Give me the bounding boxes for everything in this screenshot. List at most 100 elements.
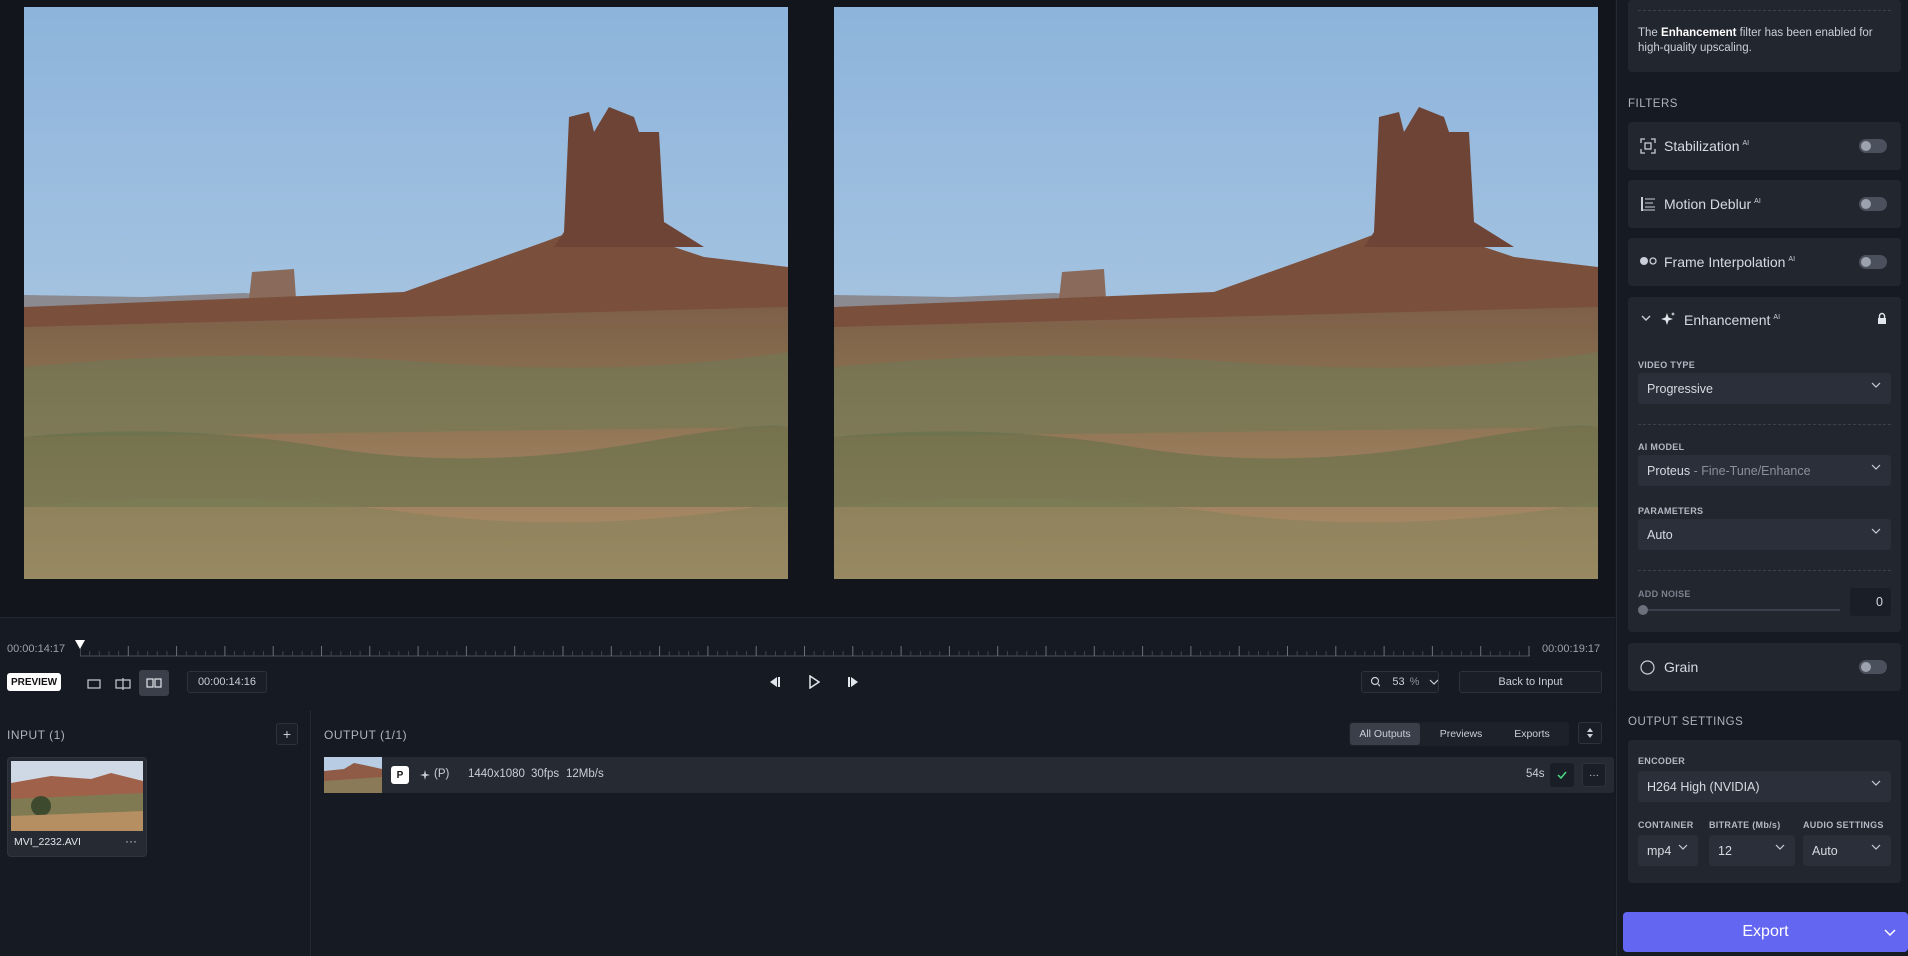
zoom-unit: % bbox=[1409, 676, 1420, 688]
add-input-button[interactable]: + bbox=[276, 723, 298, 745]
lock-icon bbox=[1878, 312, 1886, 324]
filter-name: Stabilization bbox=[1664, 138, 1740, 154]
stabilization-icon bbox=[1640, 138, 1656, 154]
settings-sidebar: The Enhancement filter has been enabled … bbox=[1616, 0, 1908, 956]
filter-name: Frame Interpolation bbox=[1664, 254, 1786, 270]
add-noise-input[interactable]: 0 bbox=[1850, 588, 1891, 616]
timeline-bar: 00:00:14:17 00:00:19:17 PREVIEW 00:00:14… bbox=[0, 617, 1615, 709]
parameters-value: Auto bbox=[1647, 527, 1673, 542]
input-file-card[interactable]: MVI_2232.AVI ··· bbox=[7, 757, 147, 857]
ai-model-select[interactable]: Proteus - Fine-Tune/Enhance bbox=[1638, 455, 1891, 486]
enhancement-name: Enhancement bbox=[1684, 312, 1771, 328]
step-forward-icon[interactable] bbox=[842, 671, 866, 693]
zoom-control[interactable]: 53 % bbox=[1361, 671, 1439, 693]
add-noise-label: ADD NOISE bbox=[1638, 589, 1691, 599]
frame-interpolation-toggle[interactable] bbox=[1859, 255, 1887, 269]
timeline-ticks bbox=[80, 646, 1530, 657]
parameters-label: PARAMETERS bbox=[1638, 506, 1704, 516]
add-noise-slider-handle[interactable] bbox=[1638, 605, 1648, 615]
enhancement-sparkle-icon bbox=[420, 770, 430, 780]
audio-settings-label: AUDIO SETTINGS bbox=[1803, 820, 1884, 830]
zoom-value: 53 bbox=[1392, 676, 1405, 688]
audio-settings-select[interactable]: Auto bbox=[1803, 835, 1891, 866]
grain-name: Grain bbox=[1664, 659, 1699, 675]
enhancement-notice: The Enhancement filter has been enabled … bbox=[1628, 0, 1901, 72]
output-resolution: 1440x1080 bbox=[468, 768, 525, 780]
grain-icon bbox=[1640, 660, 1655, 675]
video-type-select[interactable]: Progressive bbox=[1638, 373, 1891, 404]
model-tag: (P) bbox=[434, 768, 450, 780]
sort-icon[interactable] bbox=[1578, 722, 1602, 744]
container-select[interactable]: mp4 bbox=[1638, 835, 1698, 866]
chevron-down-icon bbox=[1775, 844, 1785, 850]
chevron-down-icon[interactable] bbox=[1884, 929, 1896, 936]
filter-stabilization[interactable]: Stabilization AI bbox=[1628, 122, 1901, 170]
play-icon[interactable] bbox=[802, 671, 826, 693]
playhead-marker[interactable] bbox=[74, 639, 86, 651]
collapse-chevron-icon[interactable] bbox=[1641, 315, 1651, 321]
zoom-icon bbox=[1370, 676, 1381, 688]
ai-model-value: Proteus bbox=[1647, 463, 1691, 478]
output-preview-frame[interactable] bbox=[834, 7, 1598, 579]
output-tabs: All Outputs Previews Exports bbox=[1349, 722, 1569, 746]
split-view-icon[interactable] bbox=[113, 673, 133, 695]
filters-title: FILTERS bbox=[1628, 98, 1678, 110]
filter-frame-interpolation[interactable]: Frame Interpolation AI bbox=[1628, 238, 1901, 286]
filter-motion-deblur[interactable]: Motion Deblur AI bbox=[1628, 180, 1901, 228]
input-file-name: MVI_2232.AVI bbox=[14, 836, 81, 848]
video-type-value: Progressive bbox=[1647, 381, 1713, 396]
current-timecode-field[interactable]: 00:00:14:16 bbox=[187, 671, 267, 693]
bitrate-label: BITRATE (Mb/s) bbox=[1709, 820, 1781, 830]
add-noise-slider[interactable] bbox=[1640, 609, 1840, 611]
output-settings-card: ENCODER H264 High (NVIDIA) CONTAINER mp4… bbox=[1628, 740, 1901, 883]
parameters-select[interactable]: Auto bbox=[1638, 519, 1891, 550]
grain-toggle[interactable] bbox=[1859, 660, 1887, 674]
container-value: mp4 bbox=[1647, 843, 1672, 858]
encoder-value: H264 High (NVIDIA) bbox=[1647, 779, 1760, 794]
output-more-button[interactable]: ··· bbox=[1582, 763, 1606, 787]
tab-previews[interactable]: Previews bbox=[1427, 723, 1495, 745]
input-panel: INPUT (1) + MVI_2232.AVI ··· bbox=[0, 710, 311, 956]
output-thumbnail bbox=[324, 757, 382, 793]
step-back-icon[interactable] bbox=[762, 671, 786, 693]
motion-deblur-icon bbox=[1641, 197, 1655, 211]
timeline-scrubber[interactable] bbox=[80, 643, 1530, 657]
chevron-down-icon bbox=[1429, 679, 1438, 685]
single-view-icon[interactable] bbox=[84, 673, 104, 695]
input-more-icon[interactable]: ··· bbox=[125, 834, 137, 848]
desert-landscape-image bbox=[24, 7, 788, 579]
chevron-down-icon bbox=[1871, 382, 1881, 388]
bitrate-value: 12 bbox=[1718, 843, 1732, 858]
output-settings-title: OUTPUT SETTINGS bbox=[1628, 716, 1744, 728]
ai-model-subtitle: - Fine-Tune/Enhance bbox=[1690, 463, 1811, 478]
chevron-down-icon bbox=[1678, 844, 1688, 850]
input-preview-frame[interactable] bbox=[24, 7, 788, 579]
output-fps: 30fps bbox=[531, 768, 560, 780]
container-label: CONTAINER bbox=[1638, 820, 1694, 830]
encoder-select[interactable]: H264 High (NVIDIA) bbox=[1638, 771, 1891, 802]
ai-badge: AI bbox=[1788, 256, 1796, 264]
output-duration: 54s bbox=[1526, 768, 1545, 780]
bitrate-select[interactable]: 12 bbox=[1709, 835, 1795, 866]
stabilization-toggle[interactable] bbox=[1859, 139, 1887, 153]
tab-exports[interactable]: Exports bbox=[1499, 723, 1565, 745]
start-timecode: 00:00:14:17 bbox=[7, 643, 66, 655]
input-thumbnail bbox=[11, 761, 143, 831]
chevron-down-icon bbox=[1871, 844, 1881, 850]
side-by-side-view-icon[interactable] bbox=[139, 670, 169, 696]
profile-badge: P bbox=[391, 766, 409, 784]
filter-grain[interactable]: Grain bbox=[1628, 643, 1901, 691]
video-type-label: VIDEO TYPE bbox=[1638, 360, 1696, 370]
export-button[interactable]: Export bbox=[1623, 912, 1908, 952]
ai-model-label: AI MODEL bbox=[1638, 442, 1685, 452]
filter-enhancement: Enhancement AI VIDEO TYPE Progressive AI … bbox=[1628, 297, 1901, 632]
preview-button[interactable]: PREVIEW bbox=[7, 673, 61, 691]
tab-all-outputs[interactable]: All Outputs bbox=[1350, 723, 1420, 745]
motion-deblur-toggle[interactable] bbox=[1859, 197, 1887, 211]
ai-badge: AI bbox=[1754, 198, 1761, 206]
ai-badge: AI bbox=[1773, 314, 1781, 322]
back-to-input-button[interactable]: Back to Input bbox=[1459, 671, 1602, 693]
notice-text: The Enhancement filter has been enabled … bbox=[1638, 27, 1873, 54]
output-row[interactable]: P (P) 1440x1080 30fps 12Mb/s 54s ··· bbox=[324, 757, 1614, 793]
output-bitrate: 12Mb/s bbox=[566, 768, 604, 780]
